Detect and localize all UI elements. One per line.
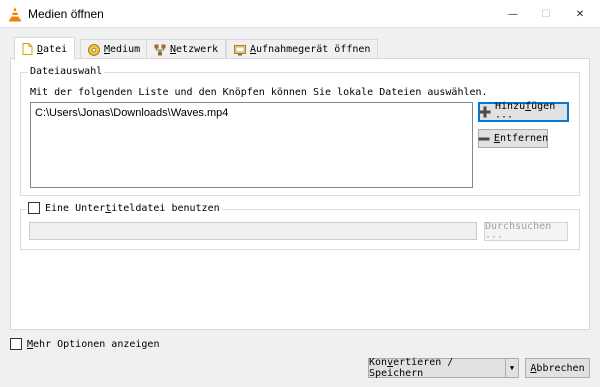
- tab-netzwerk[interactable]: Netzwerk: [146, 39, 227, 59]
- convert-dropdown-button[interactable]: ▼: [505, 358, 519, 378]
- disc-icon: [88, 43, 100, 56]
- plus-icon: [479, 106, 491, 118]
- close-button[interactable]: ✕: [563, 0, 597, 28]
- browse-subtitle-button[interactable]: Durchsuchen ···: [484, 221, 568, 243]
- tab-medium[interactable]: Medium: [80, 39, 149, 59]
- file-list[interactable]: C:\Users\Jonas\Downloads\Waves.mp4: [30, 102, 473, 188]
- subtitle-checkbox-row[interactable]: Eine Untertiteldatei benutzen: [26, 202, 222, 214]
- file-icon: [22, 43, 33, 55]
- add-file-label: Hinzufügen ···: [495, 101, 556, 123]
- remove-file-button[interactable]: Entfernen: [478, 129, 548, 148]
- file-selection-description: Mit der folgenden Liste und den Knöpfen …: [30, 87, 488, 98]
- subtitle-checkbox-label[interactable]: Eine Untertiteldatei benutzen: [45, 203, 220, 214]
- tab-label: Medium: [104, 44, 141, 55]
- minus-icon: [478, 133, 490, 145]
- tab-datei[interactable]: Datei: [14, 37, 76, 60]
- vlc-cone-icon: [7, 6, 23, 22]
- remove-file-label: Entfernen: [493, 133, 549, 144]
- capture-device-icon: [234, 44, 246, 56]
- more-options-label[interactable]: Mehr Optionen anzeigen: [27, 339, 159, 350]
- convert-save-button[interactable]: Konvertieren / Speichern: [368, 357, 506, 379]
- file-selection-legend: Dateiauswahl: [28, 66, 105, 77]
- tab-label: Aufnahmegerät öffnen: [250, 44, 371, 55]
- convert-save-label: Konvertieren / Speichern: [369, 357, 454, 379]
- add-file-button[interactable]: Hinzufügen ···: [478, 101, 569, 123]
- minimize-button[interactable]: —: [496, 0, 530, 28]
- tab-label: Datei: [37, 43, 68, 55]
- cancel-button[interactable]: Abbrechen: [525, 358, 590, 378]
- tab-aufnahmegeraet[interactable]: Aufnahmegerät öffnen: [226, 39, 379, 59]
- subtitle-checkbox[interactable]: [28, 202, 40, 214]
- window-title: Medien öffnen: [28, 7, 104, 21]
- network-icon: [154, 44, 166, 56]
- tab-label: Netzwerk: [170, 44, 219, 55]
- more-options-row[interactable]: Mehr Optionen anzeigen: [10, 338, 159, 350]
- maximize-button[interactable]: ☐: [529, 0, 563, 28]
- cancel-label: Abbrechen: [530, 362, 585, 374]
- subtitle-path-input[interactable]: [29, 222, 477, 240]
- list-item[interactable]: C:\Users\Jonas\Downloads\Waves.mp4: [35, 107, 228, 119]
- more-options-checkbox[interactable]: [10, 338, 22, 350]
